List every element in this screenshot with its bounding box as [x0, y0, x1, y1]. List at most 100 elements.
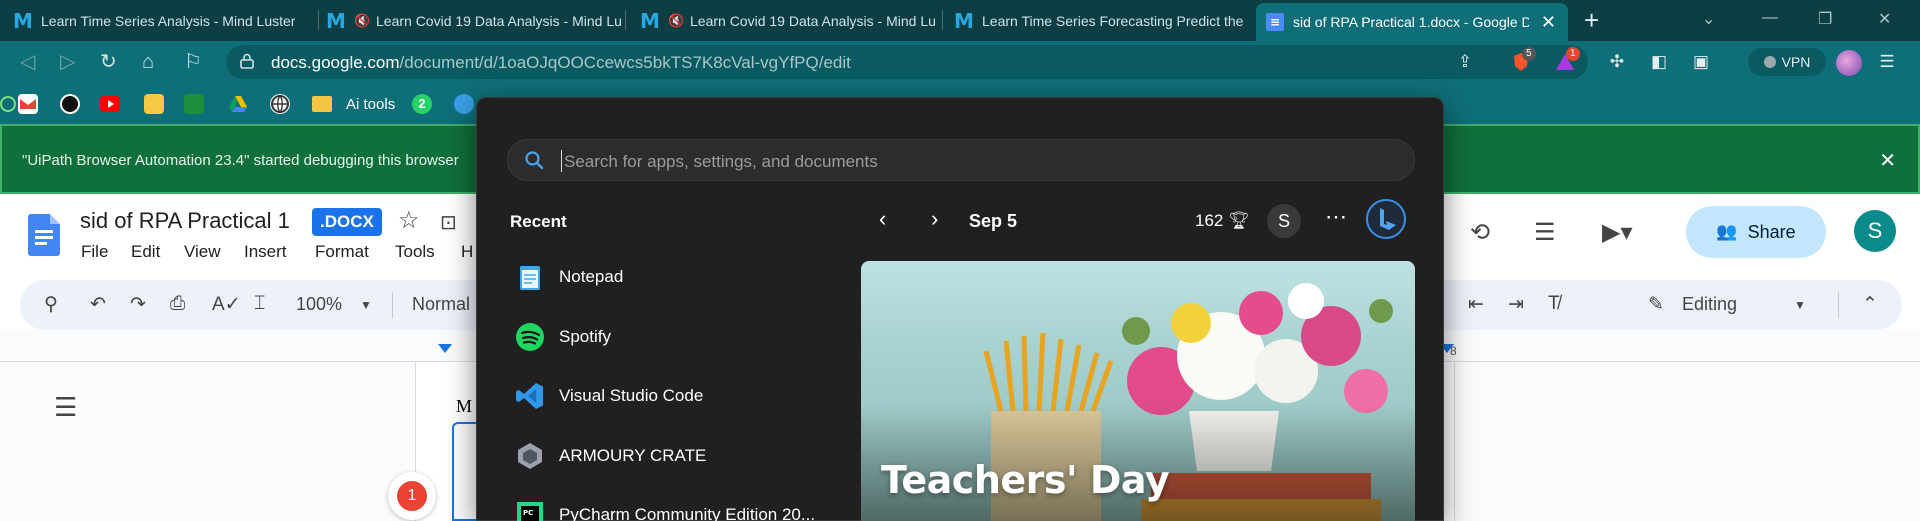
back-arrow-icon[interactable]: ◁ — [20, 51, 35, 73]
close-infobar-icon[interactable]: ✕ — [1879, 148, 1896, 173]
search-menus-icon[interactable]: ⚲ — [44, 293, 58, 316]
recent-app-pycharm[interactable]: PC PyCharm Community Edition 20... — [501, 490, 841, 521]
share-button[interactable]: 👥 Share — [1686, 206, 1826, 258]
lock-icon[interactable] — [240, 53, 254, 69]
next-day-chevron-icon[interactable]: › — [931, 206, 938, 232]
address-bar[interactable]: docs.google.com/document/d/1oaOJqOOCcewc… — [226, 45, 1588, 79]
browser-tab[interactable]: M Learn Time Series Forecasting Predict … — [955, 4, 1251, 37]
menu-format[interactable]: Format — [315, 242, 369, 262]
paragraph-style-select[interactable]: Normal — [412, 294, 470, 315]
embedded-image[interactable] — [452, 422, 476, 521]
comments-icon[interactable]: ☰ — [1534, 218, 1556, 247]
extensions-puzzle-icon[interactable]: ✣ — [1606, 51, 1628, 73]
profile-avatar-icon[interactable] — [1836, 50, 1862, 76]
google-drive-icon[interactable] — [228, 94, 248, 114]
extension-target-icon[interactable] — [0, 96, 16, 112]
tab-divider — [625, 10, 626, 30]
gmail-icon[interactable] — [18, 94, 38, 114]
teachers-day-card[interactable]: Teachers' Day — [861, 261, 1415, 521]
spellcheck-icon[interactable]: A✓ — [212, 293, 241, 316]
menu-tools[interactable]: Tools — [395, 242, 435, 262]
new-tab-button[interactable]: + — [1584, 7, 1599, 33]
home-icon[interactable]: ⌂ — [142, 51, 154, 73]
forward-arrow-icon[interactable]: ▷ — [60, 51, 75, 73]
left-indent-marker[interactable] — [438, 344, 452, 353]
menu-view[interactable]: View — [184, 242, 221, 262]
minimize-icon[interactable]: — — [1762, 9, 1778, 27]
reload-icon[interactable]: ↻ — [100, 51, 117, 73]
editing-mode-select[interactable]: Editing — [1682, 294, 1737, 315]
github-icon[interactable] — [60, 94, 80, 114]
previous-day-chevron-icon[interactable]: ‹ — [879, 206, 886, 232]
browser-tab[interactable]: M 🔇 Learn Covid 19 Data Analysis - Mind … — [327, 4, 621, 37]
spotify-icon — [516, 323, 544, 351]
collapse-menus-chevron-icon[interactable]: ⌃ — [1862, 293, 1878, 316]
star-icon[interactable]: ☆ — [398, 206, 420, 235]
mode-dropdown-icon[interactable]: ▼ — [1794, 298, 1806, 312]
increase-indent-icon[interactable]: ⇥ — [1508, 293, 1524, 316]
user-initial-avatar[interactable]: S — [1267, 204, 1301, 238]
menu-extensions[interactable]: H — [461, 242, 473, 262]
zoom-select[interactable]: 100% — [296, 294, 342, 315]
people-icon: 👥 — [1716, 222, 1738, 241]
print-icon[interactable]: ⎙ — [170, 293, 185, 315]
tab-search-chevron-icon[interactable]: ⌄ — [1702, 9, 1715, 29]
brave-shields-icon[interactable]: 5 — [1510, 47, 1536, 73]
restore-window-icon[interactable]: ❐ — [1818, 9, 1832, 29]
recent-app-notepad[interactable]: Notepad — [501, 252, 841, 302]
document-title[interactable]: sid of RPA Practical 1 — [80, 208, 290, 234]
close-tab-icon[interactable]: ✕ — [1541, 12, 1556, 33]
undo-icon[interactable]: ↶ — [90, 293, 106, 316]
notification-bubble[interactable]: 1 — [388, 472, 436, 520]
google-docs-logo-icon[interactable] — [28, 214, 60, 256]
document-outline-icon[interactable]: ☰ — [54, 392, 77, 423]
redo-icon[interactable]: ↷ — [130, 293, 146, 316]
recent-app-spotify[interactable]: Spotify — [501, 312, 841, 362]
tab-title: sid of RPA Practical 1.docx - Google D — [1293, 14, 1529, 30]
onedrive-icon[interactable] — [454, 94, 474, 114]
zoom-dropdown-icon[interactable]: ▼ — [360, 298, 372, 312]
browser-tab[interactable]: M 🔇 Learn Covid 19 Data Analysis - Mind … — [641, 4, 936, 37]
browser-tab[interactable]: M Learn Time Series Analysis - Mind Lust… — [14, 4, 314, 37]
browser-tab-active[interactable]: ≡ sid of RPA Practical 1.docx - Google D… — [1256, 3, 1568, 41]
folder-icon[interactable] — [312, 96, 332, 112]
bookmark-folder-label[interactable]: Ai tools — [346, 96, 395, 113]
brave-rewards-icon[interactable]: 1 — [1554, 47, 1580, 73]
account-avatar[interactable]: S — [1854, 210, 1896, 252]
google-meet-icon[interactable] — [184, 94, 204, 114]
youtube-icon[interactable] — [100, 96, 120, 112]
armoury-crate-icon — [518, 443, 542, 469]
bookmark-icon[interactable]: ⚐ — [184, 51, 202, 73]
decrease-indent-icon[interactable]: ⇤ — [1468, 293, 1484, 316]
start-search-input[interactable]: Search for apps, settings, and documents — [507, 139, 1415, 181]
vpn-status-icon — [1763, 56, 1776, 68]
muted-speaker-icon[interactable]: 🔇 — [354, 13, 370, 29]
bing-chat-icon[interactable] — [1365, 198, 1407, 240]
points-value: 162 — [1195, 211, 1224, 230]
share-page-icon[interactable]: ⇪ — [1454, 51, 1476, 73]
wallet-icon[interactable]: ▣ — [1690, 51, 1712, 73]
menu-insert[interactable]: Insert — [244, 242, 287, 262]
clear-formatting-icon[interactable]: T̸ — [1548, 293, 1560, 315]
version-history-icon[interactable]: ⟲ — [1470, 218, 1490, 247]
more-options-icon[interactable]: ⋯ — [1325, 204, 1347, 230]
recent-app-armoury-crate[interactable]: ARMOURY CRATE — [501, 431, 841, 481]
whatsapp-icon[interactable]: 2 — [412, 94, 432, 114]
photos-app-icon[interactable] — [144, 94, 164, 114]
sidebar-icon[interactable]: ◧ — [1648, 51, 1670, 73]
move-folder-icon[interactable]: ⊡ — [440, 210, 457, 235]
menu-file[interactable]: File — [81, 242, 108, 262]
recent-app-vscode[interactable]: Visual Studio Code — [501, 371, 841, 421]
url-path: /document/d/1oaOJqOOCcewcs5bkTS7K8cVal-v… — [399, 53, 851, 72]
app-name: PyCharm Community Edition 20... — [559, 505, 816, 521]
menu-edit[interactable]: Edit — [131, 242, 160, 262]
meet-camera-icon[interactable]: ▶▾ — [1602, 218, 1633, 247]
muted-speaker-icon[interactable]: 🔇 — [668, 13, 684, 29]
menu-hamburger-icon[interactable]: ☰ — [1876, 51, 1898, 73]
paint-format-icon[interactable]: ⌶ — [254, 293, 265, 315]
close-window-icon[interactable]: ✕ — [1878, 9, 1891, 29]
vpn-button[interactable]: VPN — [1748, 48, 1826, 76]
rewards-points[interactable]: 162 🏆︎ — [1195, 211, 1250, 231]
windows-start-menu: Search for apps, settings, and documents… — [476, 97, 1444, 521]
globe-icon[interactable] — [270, 94, 290, 114]
